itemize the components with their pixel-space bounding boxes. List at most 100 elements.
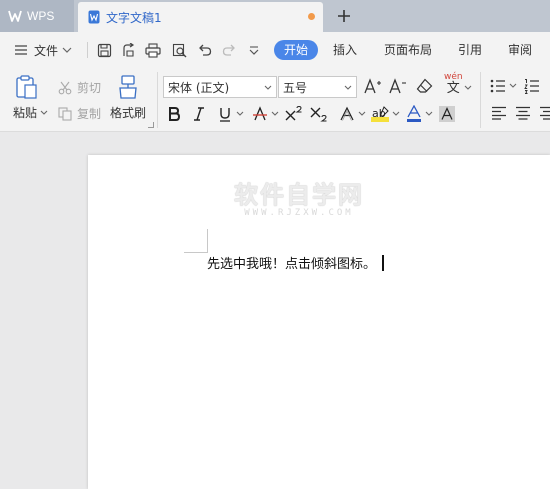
dropdown-more-icon	[249, 46, 259, 55]
ribbon-group-separator	[480, 72, 481, 128]
superscript-icon	[285, 106, 302, 121]
clear-formatting-button[interactable]	[416, 78, 433, 94]
font-size-dropdown[interactable]: 五号	[278, 76, 357, 98]
format-painter-label: 格式刷	[110, 106, 147, 120]
chevron-down-icon	[264, 85, 272, 90]
highlight-button[interactable]: ab	[371, 104, 400, 124]
chevron-down-icon	[236, 111, 244, 116]
numbered-list-icon	[524, 79, 539, 94]
printer-icon	[145, 42, 161, 58]
print-button[interactable]	[144, 41, 162, 59]
bullet-list-icon	[490, 79, 505, 93]
chevron-down-icon	[62, 47, 72, 53]
wps-app-label: WPS	[27, 9, 55, 23]
copy-label: 复制	[77, 107, 102, 121]
copy-icon	[58, 106, 72, 121]
font-color-button[interactable]	[406, 104, 433, 124]
wps-app-tab[interactable]: WPS	[0, 0, 74, 32]
italic-icon	[194, 107, 204, 121]
character-shading-button[interactable]	[439, 104, 455, 124]
phonetic-guide-icon: 文	[446, 81, 460, 96]
redo-button[interactable]	[220, 41, 238, 59]
cut-button[interactable]: 剪切	[58, 79, 101, 96]
chevron-down-icon	[358, 111, 366, 116]
document-canvas[interactable]: 软件自学网 WWW.RJZXW.COM 先选中我哦！点击倾斜图标。	[0, 133, 550, 489]
plus-icon	[338, 10, 350, 22]
tab-insert[interactable]: 插入	[333, 40, 357, 60]
superscript-button[interactable]	[285, 104, 303, 124]
export-icon	[122, 42, 134, 57]
document-body-text[interactable]: 先选中我哦！点击倾斜图标。	[207, 253, 385, 272]
subscript-icon	[310, 107, 327, 122]
menu-bar: 文件 开始 插入 页面布局 引用 审阅	[0, 32, 550, 68]
chevron-down-icon	[392, 111, 400, 116]
font-name-value: 宋体 (正文)	[168, 80, 230, 95]
paragraph-text[interactable]: 先选中我哦！点击倾斜图标。	[207, 253, 376, 272]
save-icon	[97, 43, 111, 57]
font-grow-icon	[364, 78, 381, 94]
ribbon-group-separator	[157, 72, 158, 128]
print-preview-icon	[172, 43, 186, 57]
chevron-down-icon	[425, 111, 433, 116]
watermark-title: 软件自学网	[234, 181, 364, 209]
bold-icon	[169, 107, 181, 121]
align-right-icon	[540, 106, 550, 120]
home-ribbon: 粘贴 剪切 复制 格式刷 宋体 (正文) 五号 wén 文 ab	[0, 68, 550, 132]
print-preview-button[interactable]	[170, 41, 188, 59]
text-effects-icon	[340, 106, 354, 121]
chevron-down-icon	[40, 110, 48, 115]
dialog-launcher-icon[interactable]	[148, 122, 154, 128]
watermark-subtitle: WWW.RJZXW.COM	[244, 208, 354, 218]
file-menu-label: 文件	[34, 43, 59, 58]
cut-label: 剪切	[77, 81, 102, 95]
chevron-down-icon	[509, 83, 517, 88]
chevron-down-icon	[271, 111, 279, 116]
align-left-icon	[492, 106, 506, 120]
align-center-button[interactable]	[516, 106, 530, 120]
paste-clipboard-icon	[16, 75, 37, 99]
document-page[interactable]: 软件自学网 WWW.RJZXW.COM 先选中我哦！点击倾斜图标。	[88, 155, 550, 489]
underline-icon	[220, 108, 230, 122]
font-color-icon	[407, 105, 421, 122]
bold-button[interactable]	[167, 104, 181, 124]
writer-doc-icon	[88, 10, 100, 24]
customize-toolbar-button[interactable]	[245, 41, 263, 59]
paste-button[interactable]: 粘贴	[13, 74, 48, 121]
align-right-button[interactable]	[540, 106, 550, 120]
text-effects-button[interactable]	[339, 104, 366, 124]
redo-icon	[222, 44, 235, 56]
export-button[interactable]	[119, 41, 137, 59]
file-menu-button[interactable]: 文件	[14, 40, 72, 60]
scissors-icon	[58, 81, 72, 94]
strikethrough-button[interactable]	[253, 104, 279, 124]
undo-button[interactable]	[196, 41, 214, 59]
watermark: 软件自学网 WWW.RJZXW.COM	[234, 175, 364, 218]
decrease-font-size-button[interactable]	[389, 77, 407, 95]
tab-references[interactable]: 引用	[458, 40, 482, 60]
tab-home[interactable]: 开始	[274, 40, 319, 60]
document-tab[interactable]: 文字文稿1	[78, 2, 323, 32]
italic-button[interactable]	[193, 104, 205, 124]
menu-separator	[87, 42, 88, 58]
new-tab-button[interactable]	[333, 5, 355, 27]
align-left-button[interactable]	[492, 106, 506, 120]
tab-page-layout[interactable]: 页面布局	[384, 40, 432, 60]
save-button[interactable]	[95, 41, 113, 59]
font-name-dropdown[interactable]: 宋体 (正文)	[163, 76, 277, 98]
copy-button[interactable]: 复制	[58, 105, 101, 122]
increase-font-size-button[interactable]	[364, 77, 382, 95]
character-shading-icon	[439, 106, 455, 122]
bullet-list-button[interactable]	[490, 78, 517, 94]
format-painter-button[interactable]: 格式刷	[110, 74, 146, 121]
align-center-icon	[516, 106, 530, 120]
tab-review[interactable]: 审阅	[508, 40, 532, 60]
margin-corner-marker	[184, 229, 208, 253]
wps-logo-icon	[8, 10, 22, 22]
highlight-icon: ab	[371, 106, 389, 122]
numbered-list-button[interactable]	[524, 78, 540, 94]
phonetic-guide-button[interactable]: wén 文	[444, 73, 463, 96]
underline-button[interactable]	[218, 104, 244, 124]
subscript-button[interactable]	[310, 104, 328, 124]
format-painter-icon	[119, 75, 137, 99]
chevron-down-icon[interactable]	[464, 85, 472, 91]
